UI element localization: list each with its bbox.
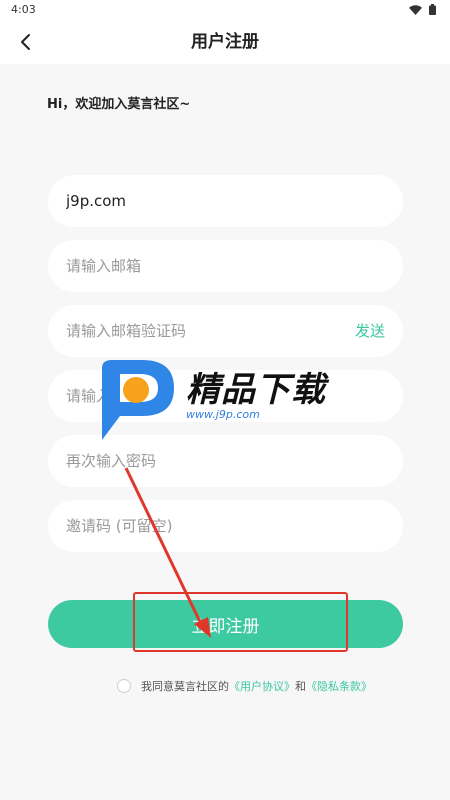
username-field[interactable]: [48, 175, 403, 227]
status-bar: 4:03: [0, 0, 450, 20]
status-time: 4:03: [11, 3, 36, 16]
privacy-link[interactable]: 《隐私条款》: [306, 678, 372, 694]
password-confirm-field[interactable]: [48, 435, 403, 487]
email-code-input[interactable]: [48, 305, 403, 357]
agreement-conjunction: 和: [295, 680, 306, 693]
username-input[interactable]: [48, 175, 403, 227]
chevron-left-icon: [21, 34, 30, 50]
welcome-greeting: Hi，欢迎加入莫言社区~: [47, 97, 191, 112]
back-button[interactable]: [10, 27, 40, 57]
email-code-field[interactable]: 发送: [48, 305, 403, 357]
agree-checkbox[interactable]: [117, 679, 131, 693]
invite-code-input[interactable]: [48, 500, 403, 552]
status-icons: [409, 4, 436, 15]
invite-code-field[interactable]: [48, 500, 403, 552]
register-button[interactable]: 立即注册: [48, 600, 403, 648]
terms-link[interactable]: 《用户协议》: [229, 678, 295, 694]
password-input[interactable]: [48, 370, 403, 422]
password-field[interactable]: [48, 370, 403, 422]
nav-bar: 用户注册: [0, 20, 450, 64]
email-input[interactable]: [48, 240, 403, 292]
battery-icon: [429, 4, 436, 15]
wifi-icon: [409, 4, 422, 15]
password-confirm-input[interactable]: [48, 435, 403, 487]
page-title: 用户注册: [191, 32, 259, 52]
send-code-button[interactable]: 发送: [355, 305, 385, 357]
email-field[interactable]: [48, 240, 403, 292]
agreement-row: 我同意莫言社区的 《用户协议》 和 《隐私条款》: [117, 678, 372, 694]
agreement-prefix: 我同意莫言社区的: [141, 680, 229, 693]
